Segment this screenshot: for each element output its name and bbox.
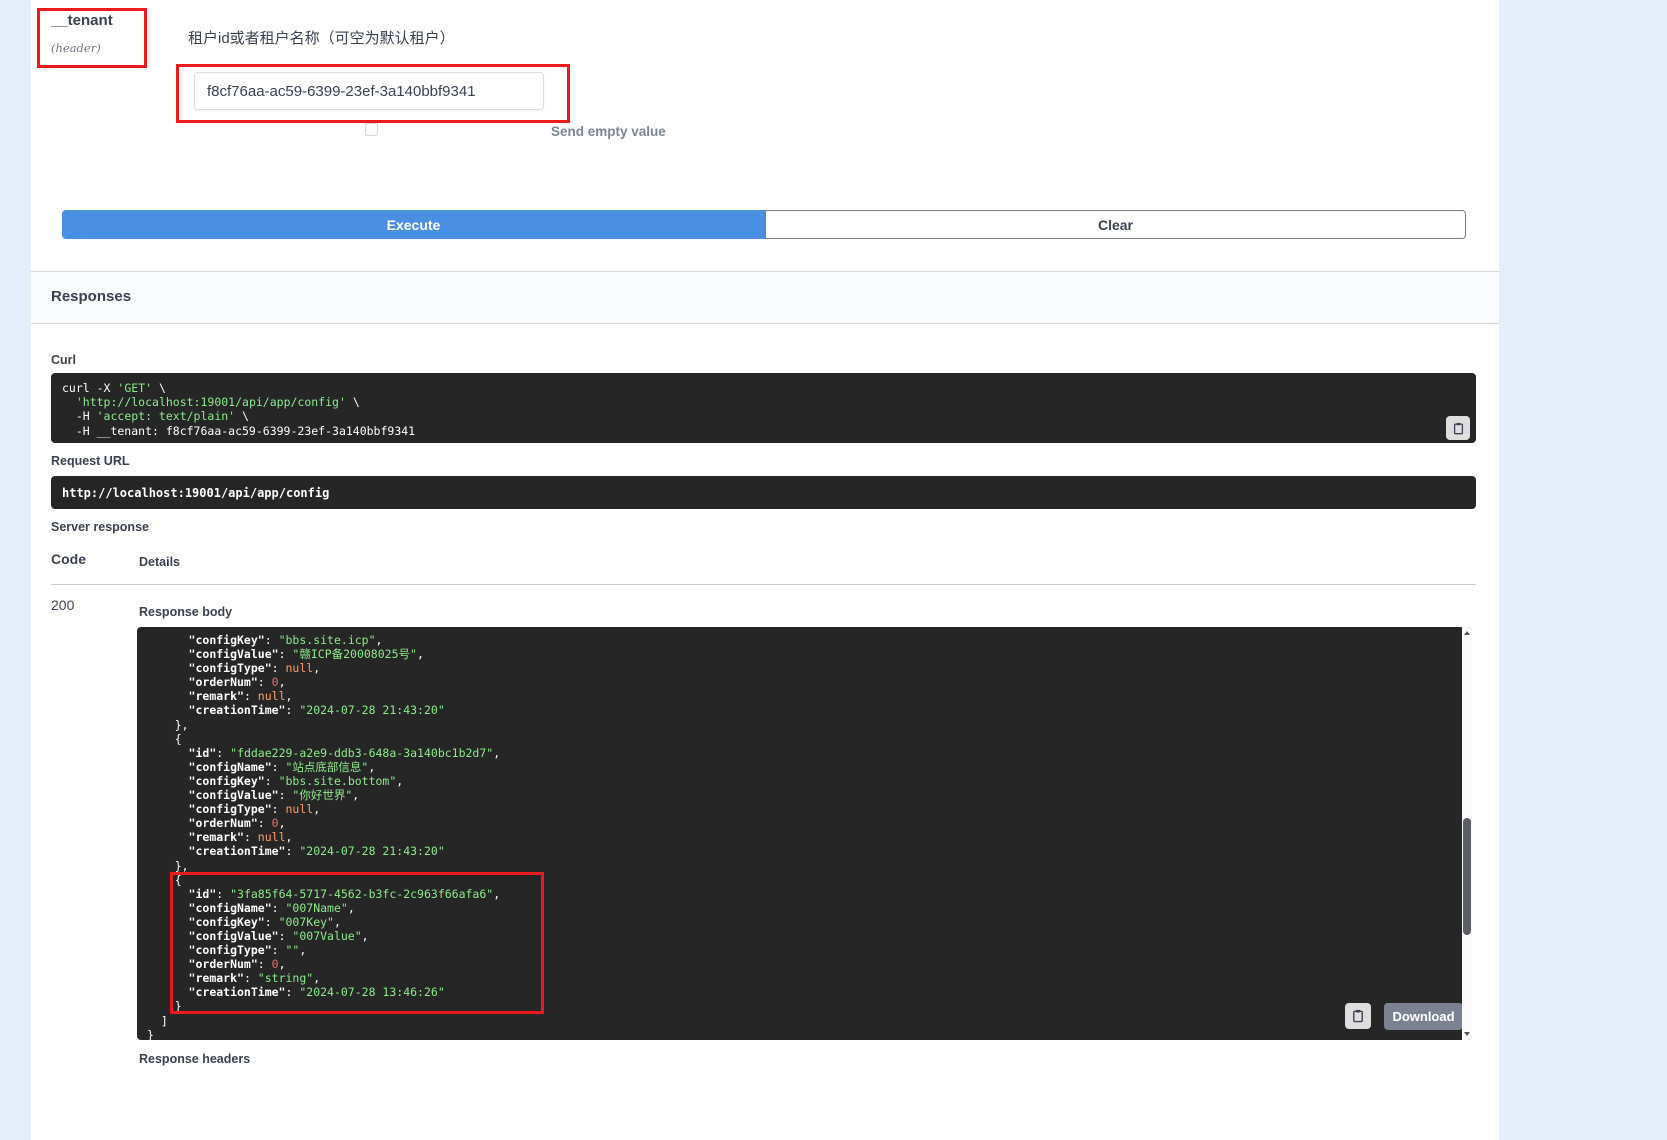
scroll-up-icon[interactable] bbox=[1462, 627, 1472, 639]
annotation-box-parameter-name bbox=[37, 8, 147, 68]
table-divider bbox=[51, 584, 1476, 585]
send-empty-checkbox[interactable] bbox=[365, 123, 378, 136]
clipboard-icon bbox=[1452, 422, 1465, 435]
execute-button[interactable]: Execute bbox=[62, 210, 765, 239]
details-column-header: Details bbox=[139, 555, 180, 569]
response-body-label: Response body bbox=[139, 605, 232, 619]
curl-label: Curl bbox=[51, 353, 76, 367]
server-response-label: Server response bbox=[51, 520, 149, 534]
response-body-block: "configKey": "bbs.site.icp", "configValu… bbox=[137, 627, 1472, 1040]
curl-block: curl -X 'GET' \ 'http://localhost:19001/… bbox=[51, 373, 1476, 443]
copy-curl-button[interactable] bbox=[1446, 416, 1470, 440]
scroll-down-icon[interactable] bbox=[1462, 1028, 1472, 1040]
annotation-box-response-object bbox=[170, 872, 544, 1014]
swagger-page: __tenant (header) 租户id或者租户名称（可空为默认租户） Se… bbox=[0, 0, 1667, 1140]
status-code: 200 bbox=[51, 597, 74, 613]
scrollbar-thumb[interactable] bbox=[1463, 818, 1471, 935]
responses-header: Responses bbox=[31, 271, 1499, 324]
code-column-header: Code bbox=[51, 551, 86, 567]
request-url-block: http://localhost:19001/api/app/config bbox=[51, 476, 1476, 509]
request-url-text: http://localhost:19001/api/app/config bbox=[62, 486, 329, 500]
responses-title: Responses bbox=[51, 288, 131, 305]
parameter-description: 租户id或者租户名称（可空为默认租户） bbox=[188, 27, 455, 48]
copy-response-button[interactable] bbox=[1345, 1003, 1371, 1029]
clear-button[interactable]: Clear bbox=[765, 210, 1466, 239]
request-url-label: Request URL bbox=[51, 454, 129, 468]
download-button[interactable]: Download bbox=[1384, 1003, 1463, 1030]
annotation-box-tenant-input bbox=[176, 64, 570, 123]
response-headers-label: Response headers bbox=[139, 1052, 250, 1066]
send-empty-label: Send empty value bbox=[551, 124, 666, 139]
clipboard-icon bbox=[1351, 1009, 1365, 1023]
curl-code: curl -X 'GET' \ 'http://localhost:19001/… bbox=[62, 381, 1432, 438]
response-scrollbar[interactable] bbox=[1462, 627, 1472, 1040]
